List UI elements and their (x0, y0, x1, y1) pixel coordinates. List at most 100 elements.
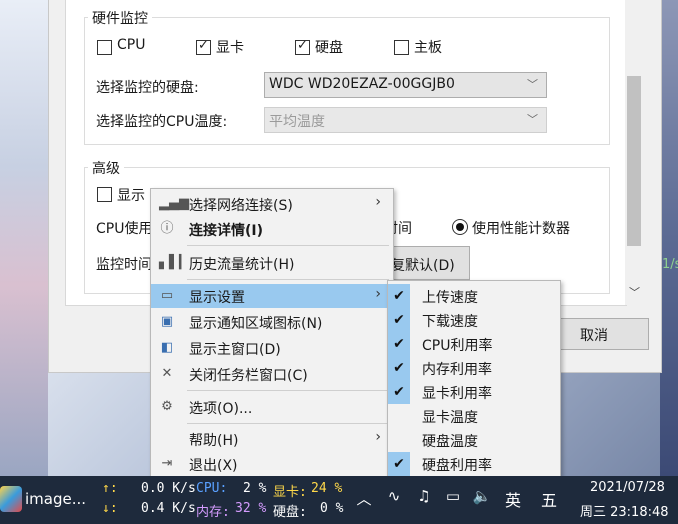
submenu-item-label: 显卡温度 (422, 410, 478, 426)
motherboard-checkbox[interactable] (394, 40, 409, 55)
exit-icon: ⇥ (161, 456, 173, 471)
close-icon: ✕ (161, 366, 173, 381)
cpu-label: CPU: (196, 481, 228, 496)
show-hidden-icons-chevron-icon[interactable]: ︿ (356, 488, 372, 509)
menu-item-exit[interactable]: ⇥ 退出(X) (151, 452, 393, 476)
disk-label: 硬盘: (273, 505, 307, 520)
audio-wave-icon[interactable]: ∿ (384, 487, 404, 505)
ime-mode-indicator[interactable]: 五 (538, 487, 560, 511)
display-settings-icon: ▭ (160, 288, 174, 303)
menu-item-options[interactable]: ⚙ 选项(O)... (151, 395, 393, 419)
disk-select-label: 选择监控的硬盘: (96, 80, 199, 96)
menu-item-label: 显示主窗口(D) (189, 342, 281, 358)
checkmark-icon: ✔ (388, 356, 410, 380)
submenu-item-label: 硬盘利用率 (422, 458, 492, 474)
menu-item-show-tray-icon[interactable]: ▣ 显示通知区域图标(N) (151, 310, 393, 334)
submenu-item-label: 硬盘温度 (422, 434, 478, 450)
cpu-temp-select[interactable]: 平均温度 ﹀ (264, 107, 547, 133)
menu-item-label: 历史流量统计(H) (189, 257, 295, 273)
submenu-item-download-speed[interactable]: ✔ 下载速度 (388, 308, 560, 332)
restore-default-label: 复默认(D) (391, 258, 455, 274)
window-icon: ◧ (160, 340, 174, 355)
menu-item-label: 关闭任务栏窗口(C) (189, 368, 308, 384)
gear-icon: ⚙ (161, 399, 173, 414)
menu-item-select-network[interactable]: ▂▄▆ 选择网络连接(S) › (151, 192, 393, 216)
submenu-item-gpu-usage[interactable]: ✔ 显卡利用率 (388, 380, 560, 404)
gpu-checkbox[interactable] (196, 38, 211, 55)
checkmark-icon: ✔ (388, 452, 410, 476)
desktop-wallpaper-right (660, 0, 678, 476)
menu-item-close-taskbar-window[interactable]: ✕ 关闭任务栏窗口(C) (151, 362, 393, 386)
scroll-down-icon[interactable]: ﹀ (629, 284, 640, 300)
submenu-item-cpu-usage[interactable]: ✔ CPU利用率 (388, 332, 560, 356)
desktop-wallpaper (0, 0, 48, 476)
submenu-item-label: 显卡利用率 (422, 386, 492, 402)
submenu-item-label: 内存利用率 (422, 362, 492, 378)
volume-icon[interactable]: 🔈 (472, 487, 492, 505)
submenu-item-label: 下载速度 (422, 314, 478, 330)
upload-speed: 0.0 K/s (141, 481, 196, 496)
submenu-item-disk-temp[interactable]: 硬盘温度 (388, 428, 560, 452)
submenu-item-gpu-temp[interactable]: 显卡温度 (388, 404, 560, 428)
cpu-temp-select-value: 平均温度 (269, 114, 325, 130)
performance-counter-label: 使用性能计数器 (472, 221, 570, 237)
taskbar-app-label[interactable]: image... (25, 490, 86, 508)
download-speed: 0.4 K/s (141, 501, 196, 516)
menu-item-label: 显示设置 (189, 290, 245, 306)
download-arrow: ↓: (102, 501, 118, 516)
cpu-checkbox-label: CPU (117, 37, 146, 53)
ime-language-indicator[interactable]: 英 (502, 487, 524, 511)
taskbar-date[interactable]: 2021/07/28 (590, 480, 665, 495)
menu-item-show-main-window[interactable]: ◧ 显示主窗口(D) (151, 336, 393, 360)
music-icon[interactable]: ♫ (414, 487, 434, 505)
show-checkbox[interactable] (97, 187, 112, 202)
chevron-down-icon: ﹀ (527, 113, 538, 126)
chevron-right-icon: › (375, 429, 381, 445)
menu-item-help[interactable]: 帮助(H) › (151, 427, 393, 451)
cpu-checkbox[interactable] (97, 40, 112, 55)
menu-item-history-traffic[interactable]: ▖▌▎ 历史流量统计(H) (151, 251, 393, 275)
submenu-item-upload-speed[interactable]: ✔ 上传速度 (388, 284, 560, 308)
taskbar: image... ↑: 0.0 K/s ↓: 0.4 K/s CPU: 2 % … (0, 476, 678, 524)
cancel-label: 取消 (580, 328, 608, 344)
mem-value: 32 % (235, 501, 267, 516)
checkmark-icon: ✔ (388, 284, 410, 308)
menu-item-connection-details[interactable]: ⓘ 连接详情(I) (151, 217, 393, 241)
network-icon[interactable]: ▭ (442, 487, 464, 505)
gpu-label: 显卡: (273, 485, 307, 500)
display-settings-submenu: ✔ 上传速度 ✔ 下载速度 ✔ CPU利用率 ✔ 内存利用率 ✔ 显卡利用率 显… (387, 280, 561, 478)
menu-item-label: 选择网络连接(S) (189, 198, 293, 214)
hardware-monitor-title: 硬件监控 (88, 8, 152, 28)
cpu-temp-select-label: 选择监控的CPU温度: (96, 114, 228, 130)
menu-separator (187, 245, 389, 246)
submenu-item-memory-usage[interactable]: ✔ 内存利用率 (388, 356, 560, 380)
menu-separator (187, 279, 389, 280)
disk-checkbox[interactable] (295, 38, 310, 55)
submenu-item-label: 上传速度 (422, 290, 478, 306)
upload-arrow: ↑: (102, 481, 118, 496)
bar-chart-icon: ▖▌▎ (159, 255, 189, 270)
motherboard-checkbox-label: 主板 (414, 40, 442, 56)
menu-separator (187, 423, 389, 424)
signal-bars-icon: ▂▄▆ (159, 196, 189, 211)
submenu-item-disk-usage[interactable]: ✔ 硬盘利用率 (388, 452, 560, 476)
checkmark-icon: ✔ (388, 308, 410, 332)
menu-separator (187, 390, 389, 391)
performance-counter-radio[interactable] (452, 219, 468, 235)
scrollbar-thumb[interactable] (627, 76, 641, 246)
menu-item-label: 退出(X) (189, 458, 238, 474)
app-image-icon[interactable] (0, 486, 22, 512)
menu-item-label: 帮助(H) (189, 433, 239, 449)
tray-icon: ▣ (160, 314, 174, 329)
taskbar-time[interactable]: 周三 23:18:48 (580, 501, 669, 520)
disk-select[interactable]: WDC WD20EZAZ-00GGJB0 ﹀ (264, 72, 547, 98)
advanced-title: 高级 (88, 158, 124, 178)
chevron-down-icon: ﹀ (527, 78, 538, 91)
menu-item-display-settings[interactable]: ▭ 显示设置 › (151, 284, 393, 308)
disk-value: 0 % (320, 501, 344, 516)
mem-label: 内存: (196, 505, 230, 520)
cpu-usage-label: CPU使用 (96, 221, 153, 237)
checkmark-icon: ✔ (388, 332, 410, 356)
chevron-right-icon: › (375, 286, 381, 302)
side-speed-fragment: 1/s (662, 257, 678, 272)
